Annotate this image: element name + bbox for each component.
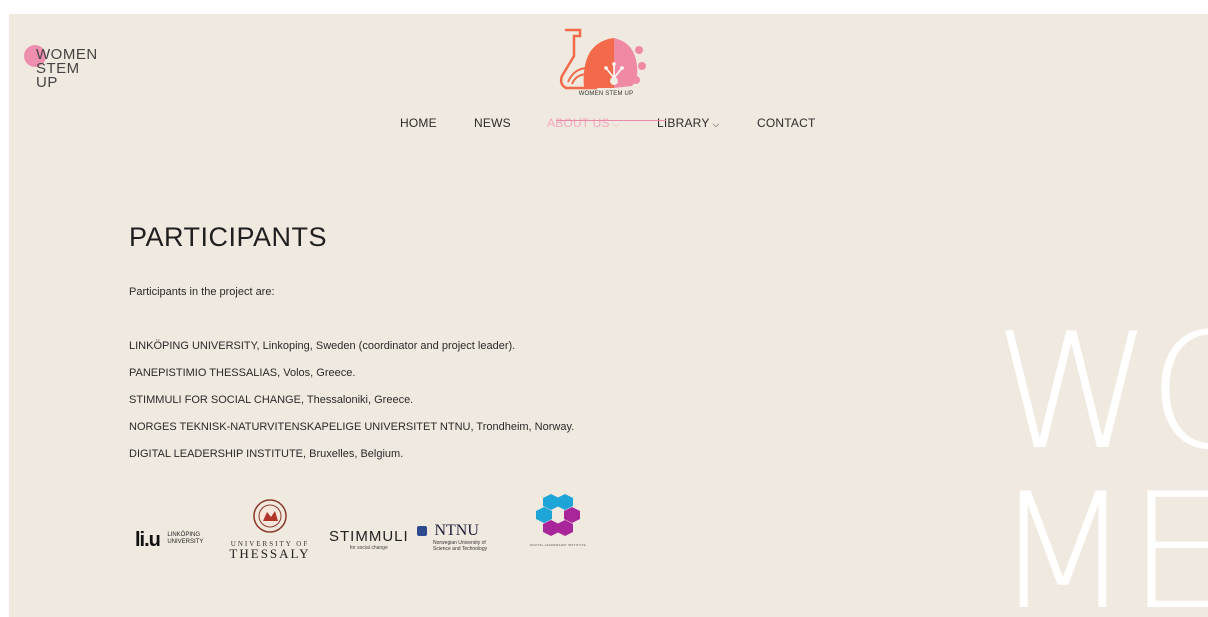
logo-caption: WOMEN STEM UP xyxy=(578,91,634,97)
thessaly-line-2: THESSALY xyxy=(229,546,311,561)
ntnu-word: NTNU xyxy=(434,522,479,539)
dli-logo[interactable]: DIGITAL LEADERSHIP INSTITUTE xyxy=(527,492,589,547)
participants-list: LINKÖPING UNIVERSITY, Linkoping, Sweden … xyxy=(129,340,574,475)
liu-logo[interactable]: li.u LINKÖPING UNIVERSITY xyxy=(135,529,203,552)
partner-logos: li.u LINKÖPING UNIVERSITY UNIVERSITY OF … xyxy=(129,492,609,562)
site-logo[interactable]: WOMEN STEM UP xyxy=(556,28,656,102)
dli-caption: DIGITAL LEADERSHIP INSTITUTE xyxy=(530,543,586,547)
nav-contact[interactable]: CONTACT xyxy=(757,116,816,130)
background-watermark: WO ME xyxy=(994,312,1208,617)
nav-home-label: HOME xyxy=(400,116,437,130)
ntnu-line-2: Science and Technology xyxy=(433,546,488,553)
site-wordmark[interactable]: WOMEN STEM UP xyxy=(24,45,98,91)
main-nav: HOME NEWS ABOUT US ⌵ LIBRARY ⌵ CONTACT xyxy=(9,116,1208,132)
watermark-line-2: ME xyxy=(994,458,1208,617)
stimmuli-logo[interactable]: STIMMULI for social change xyxy=(329,528,409,551)
nav-news-label: NEWS xyxy=(474,116,511,130)
liu-line-2: UNIVERSITY xyxy=(167,539,204,545)
nav-about-us[interactable]: ABOUT US ⌵ xyxy=(547,116,620,130)
ntnu-square-icon xyxy=(417,526,427,536)
list-item: LINKÖPING UNIVERSITY, Linkoping, Sweden … xyxy=(129,340,516,352)
nav-library[interactable]: LIBRARY ⌵ xyxy=(657,116,720,130)
list-item: NORGES TEKNISK-NATURVITENSKAPELIGE UNIVE… xyxy=(129,421,575,433)
thessaly-logo[interactable]: UNIVERSITY OF THESSALY xyxy=(225,498,315,560)
nav-library-label: LIBRARY xyxy=(657,116,710,130)
list-item: DIGITAL LEADERSHIP INSTITUTE, Bruxelles,… xyxy=(129,448,404,460)
page-title: PARTICIPANTS xyxy=(129,222,328,252)
liu-line-1: LINKÖPING xyxy=(167,532,201,538)
hexagon-cluster-icon xyxy=(536,494,580,536)
nav-contact-label: CONTACT xyxy=(757,116,816,130)
chevron-down-icon: ⌵ xyxy=(712,119,720,129)
page-frame: WOMEN STEM UP WOMEN STEM UP HOME NEWS AB… xyxy=(9,14,1208,617)
intro-text: Participants in the project are: xyxy=(129,286,275,298)
liu-mark: li.u xyxy=(135,529,161,551)
watermark-line-1: WO xyxy=(994,298,1208,485)
stimmuli-tagline: for social change xyxy=(349,545,388,551)
nav-about-label: ABOUT US xyxy=(547,116,610,130)
list-item: PANEPISTIMIO THESSALIAS, Volos, Greece. xyxy=(129,367,356,379)
stimmuli-word: STIMMULI xyxy=(329,528,409,545)
list-item: STIMMULI FOR SOCIAL CHANGE, Thessaloniki… xyxy=(129,394,414,406)
nav-news[interactable]: NEWS xyxy=(474,116,511,130)
nav-home[interactable]: HOME xyxy=(400,116,437,130)
university-seal-icon xyxy=(253,499,287,533)
nav-active-underline xyxy=(556,120,666,121)
ntnu-logo[interactable]: NTNU Norwegian University of Science and… xyxy=(417,522,487,552)
wordmark-line-3: UP xyxy=(36,74,58,91)
